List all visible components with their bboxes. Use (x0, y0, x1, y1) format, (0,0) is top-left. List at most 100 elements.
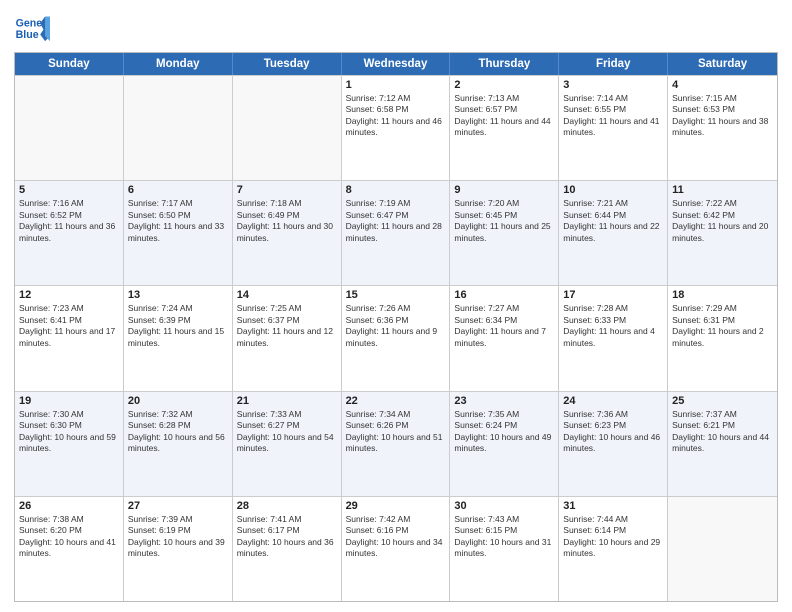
calendar-day: 14 Sunrise: 7:25 AM Sunset: 6:37 PM Dayli… (233, 286, 342, 390)
day-info: Sunrise: 7:36 AM Sunset: 6:23 PM Dayligh… (563, 409, 663, 455)
weekday-header: Friday (559, 53, 668, 75)
day-number: 7 (237, 184, 337, 196)
day-info: Sunrise: 7:30 AM Sunset: 6:30 PM Dayligh… (19, 409, 119, 455)
day-info: Sunrise: 7:28 AM Sunset: 6:33 PM Dayligh… (563, 303, 663, 349)
day-info: Sunrise: 7:29 AM Sunset: 6:31 PM Dayligh… (672, 303, 773, 349)
calendar-header: SundayMondayTuesdayWednesdayThursdayFrid… (15, 53, 777, 75)
day-info: Sunrise: 7:42 AM Sunset: 6:16 PM Dayligh… (346, 514, 446, 560)
svg-text:Blue: Blue (16, 29, 39, 41)
calendar-day: 4 Sunrise: 7:15 AM Sunset: 6:53 PM Daylig… (668, 76, 777, 180)
day-number: 9 (454, 184, 554, 196)
calendar-day: 20Sunrise: 7:32 AM Sunset: 6:28 PM Dayli… (124, 392, 233, 496)
logo-icon: General Blue (14, 10, 50, 46)
calendar-row: 12Sunrise: 7:23 AM Sunset: 6:41 PM Dayli… (15, 285, 777, 390)
page: General Blue SundayMondayTuesdayWednesda… (0, 0, 792, 612)
day-info: Sunrise: 7:24 AM Sunset: 6:39 PM Dayligh… (128, 303, 228, 349)
day-info: Sunrise: 7:39 AM Sunset: 6:19 PM Dayligh… (128, 514, 228, 560)
day-info: Sunrise: 7:43 AM Sunset: 6:15 PM Dayligh… (454, 514, 554, 560)
day-info: Sunrise: 7:17 AM Sunset: 6:50 PM Dayligh… (128, 198, 228, 244)
calendar-day: 5 Sunrise: 7:16 AM Sunset: 6:52 PM Daylig… (15, 181, 124, 285)
calendar-day: 11 Sunrise: 7:22 AM Sunset: 6:42 PM Dayli… (668, 181, 777, 285)
calendar-day: 22Sunrise: 7:34 AM Sunset: 6:26 PM Dayli… (342, 392, 451, 496)
calendar-day: 1 Sunrise: 7:12 AM Sunset: 6:58 PM Daylig… (342, 76, 451, 180)
weekday-header: Tuesday (233, 53, 342, 75)
calendar-day: 24 Sunrise: 7:36 AM Sunset: 6:23 PM Dayli… (559, 392, 668, 496)
day-info: Sunrise: 7:33 AM Sunset: 6:27 PM Dayligh… (237, 409, 337, 455)
calendar-day: 29 Sunrise: 7:42 AM Sunset: 6:16 PM Dayli… (342, 497, 451, 601)
calendar-day: 18Sunrise: 7:29 AM Sunset: 6:31 PM Dayli… (668, 286, 777, 390)
day-number: 24 (563, 395, 663, 407)
day-info: Sunrise: 7:35 AM Sunset: 6:24 PM Dayligh… (454, 409, 554, 455)
calendar-day: 10Sunrise: 7:21 AM Sunset: 6:44 PM Dayli… (559, 181, 668, 285)
day-number: 21 (237, 395, 337, 407)
day-info: Sunrise: 7:19 AM Sunset: 6:47 PM Dayligh… (346, 198, 446, 244)
day-info: Sunrise: 7:14 AM Sunset: 6:55 PM Dayligh… (563, 93, 663, 139)
day-info: Sunrise: 7:32 AM Sunset: 6:28 PM Dayligh… (128, 409, 228, 455)
calendar-day: 17 Sunrise: 7:28 AM Sunset: 6:33 PM Dayli… (559, 286, 668, 390)
day-number: 23 (454, 395, 554, 407)
day-number: 12 (19, 289, 119, 301)
day-number: 8 (346, 184, 446, 196)
day-info: Sunrise: 7:13 AM Sunset: 6:57 PM Dayligh… (454, 93, 554, 139)
empty-day (15, 76, 124, 180)
calendar-day: 25 Sunrise: 7:37 AM Sunset: 6:21 PM Dayli… (668, 392, 777, 496)
empty-day (124, 76, 233, 180)
weekday-header: Sunday (15, 53, 124, 75)
day-number: 22 (346, 395, 446, 407)
calendar-day: 16 Sunrise: 7:27 AM Sunset: 6:34 PM Dayli… (450, 286, 559, 390)
day-number: 16 (454, 289, 554, 301)
day-info: Sunrise: 7:26 AM Sunset: 6:36 PM Dayligh… (346, 303, 446, 349)
day-number: 1 (346, 79, 446, 91)
day-number: 27 (128, 500, 228, 512)
day-info: Sunrise: 7:44 AM Sunset: 6:14 PM Dayligh… (563, 514, 663, 560)
calendar-day: 30 Sunrise: 7:43 AM Sunset: 6:15 PM Dayli… (450, 497, 559, 601)
calendar-day: 19 Sunrise: 7:30 AM Sunset: 6:30 PM Dayli… (15, 392, 124, 496)
day-number: 15 (346, 289, 446, 301)
calendar-day: 27 Sunrise: 7:39 AM Sunset: 6:19 PM Dayli… (124, 497, 233, 601)
day-number: 28 (237, 500, 337, 512)
day-number: 2 (454, 79, 554, 91)
calendar-day: 12Sunrise: 7:23 AM Sunset: 6:41 PM Dayli… (15, 286, 124, 390)
day-info: Sunrise: 7:21 AM Sunset: 6:44 PM Dayligh… (563, 198, 663, 244)
day-info: Sunrise: 7:20 AM Sunset: 6:45 PM Dayligh… (454, 198, 554, 244)
calendar-day: 2 Sunrise: 7:13 AM Sunset: 6:57 PM Daylig… (450, 76, 559, 180)
day-number: 6 (128, 184, 228, 196)
calendar: SundayMondayTuesdayWednesdayThursdayFrid… (14, 52, 778, 602)
day-info: Sunrise: 7:16 AM Sunset: 6:52 PM Dayligh… (19, 198, 119, 244)
day-info: Sunrise: 7:27 AM Sunset: 6:34 PM Dayligh… (454, 303, 554, 349)
calendar-day: 23 Sunrise: 7:35 AM Sunset: 6:24 PM Dayli… (450, 392, 559, 496)
empty-day (668, 497, 777, 601)
logo: General Blue (14, 10, 50, 46)
day-number: 25 (672, 395, 773, 407)
day-number: 31 (563, 500, 663, 512)
day-info: Sunrise: 7:18 AM Sunset: 6:49 PM Dayligh… (237, 198, 337, 244)
day-number: 30 (454, 500, 554, 512)
day-info: Sunrise: 7:38 AM Sunset: 6:20 PM Dayligh… (19, 514, 119, 560)
day-number: 17 (563, 289, 663, 301)
calendar-day: 9 Sunrise: 7:20 AM Sunset: 6:45 PM Daylig… (450, 181, 559, 285)
day-number: 14 (237, 289, 337, 301)
calendar-day: 28Sunrise: 7:41 AM Sunset: 6:17 PM Dayli… (233, 497, 342, 601)
day-number: 3 (563, 79, 663, 91)
weekday-header: Thursday (450, 53, 559, 75)
calendar-row: 1 Sunrise: 7:12 AM Sunset: 6:58 PM Daylig… (15, 75, 777, 180)
day-info: Sunrise: 7:12 AM Sunset: 6:58 PM Dayligh… (346, 93, 446, 139)
calendar-row: 19 Sunrise: 7:30 AM Sunset: 6:30 PM Dayli… (15, 391, 777, 496)
day-number: 11 (672, 184, 773, 196)
day-number: 29 (346, 500, 446, 512)
calendar-day: 21 Sunrise: 7:33 AM Sunset: 6:27 PM Dayli… (233, 392, 342, 496)
day-number: 5 (19, 184, 119, 196)
day-number: 19 (19, 395, 119, 407)
calendar-day: 26Sunrise: 7:38 AM Sunset: 6:20 PM Dayli… (15, 497, 124, 601)
day-info: Sunrise: 7:37 AM Sunset: 6:21 PM Dayligh… (672, 409, 773, 455)
calendar-day: 13 Sunrise: 7:24 AM Sunset: 6:39 PM Dayli… (124, 286, 233, 390)
calendar-day: 8 Sunrise: 7:19 AM Sunset: 6:47 PM Daylig… (342, 181, 451, 285)
day-info: Sunrise: 7:15 AM Sunset: 6:53 PM Dayligh… (672, 93, 773, 139)
header: General Blue (14, 10, 778, 46)
day-info: Sunrise: 7:25 AM Sunset: 6:37 PM Dayligh… (237, 303, 337, 349)
day-info: Sunrise: 7:22 AM Sunset: 6:42 PM Dayligh… (672, 198, 773, 244)
calendar-row: 26Sunrise: 7:38 AM Sunset: 6:20 PM Dayli… (15, 496, 777, 601)
day-number: 13 (128, 289, 228, 301)
day-number: 4 (672, 79, 773, 91)
weekday-header: Wednesday (342, 53, 451, 75)
